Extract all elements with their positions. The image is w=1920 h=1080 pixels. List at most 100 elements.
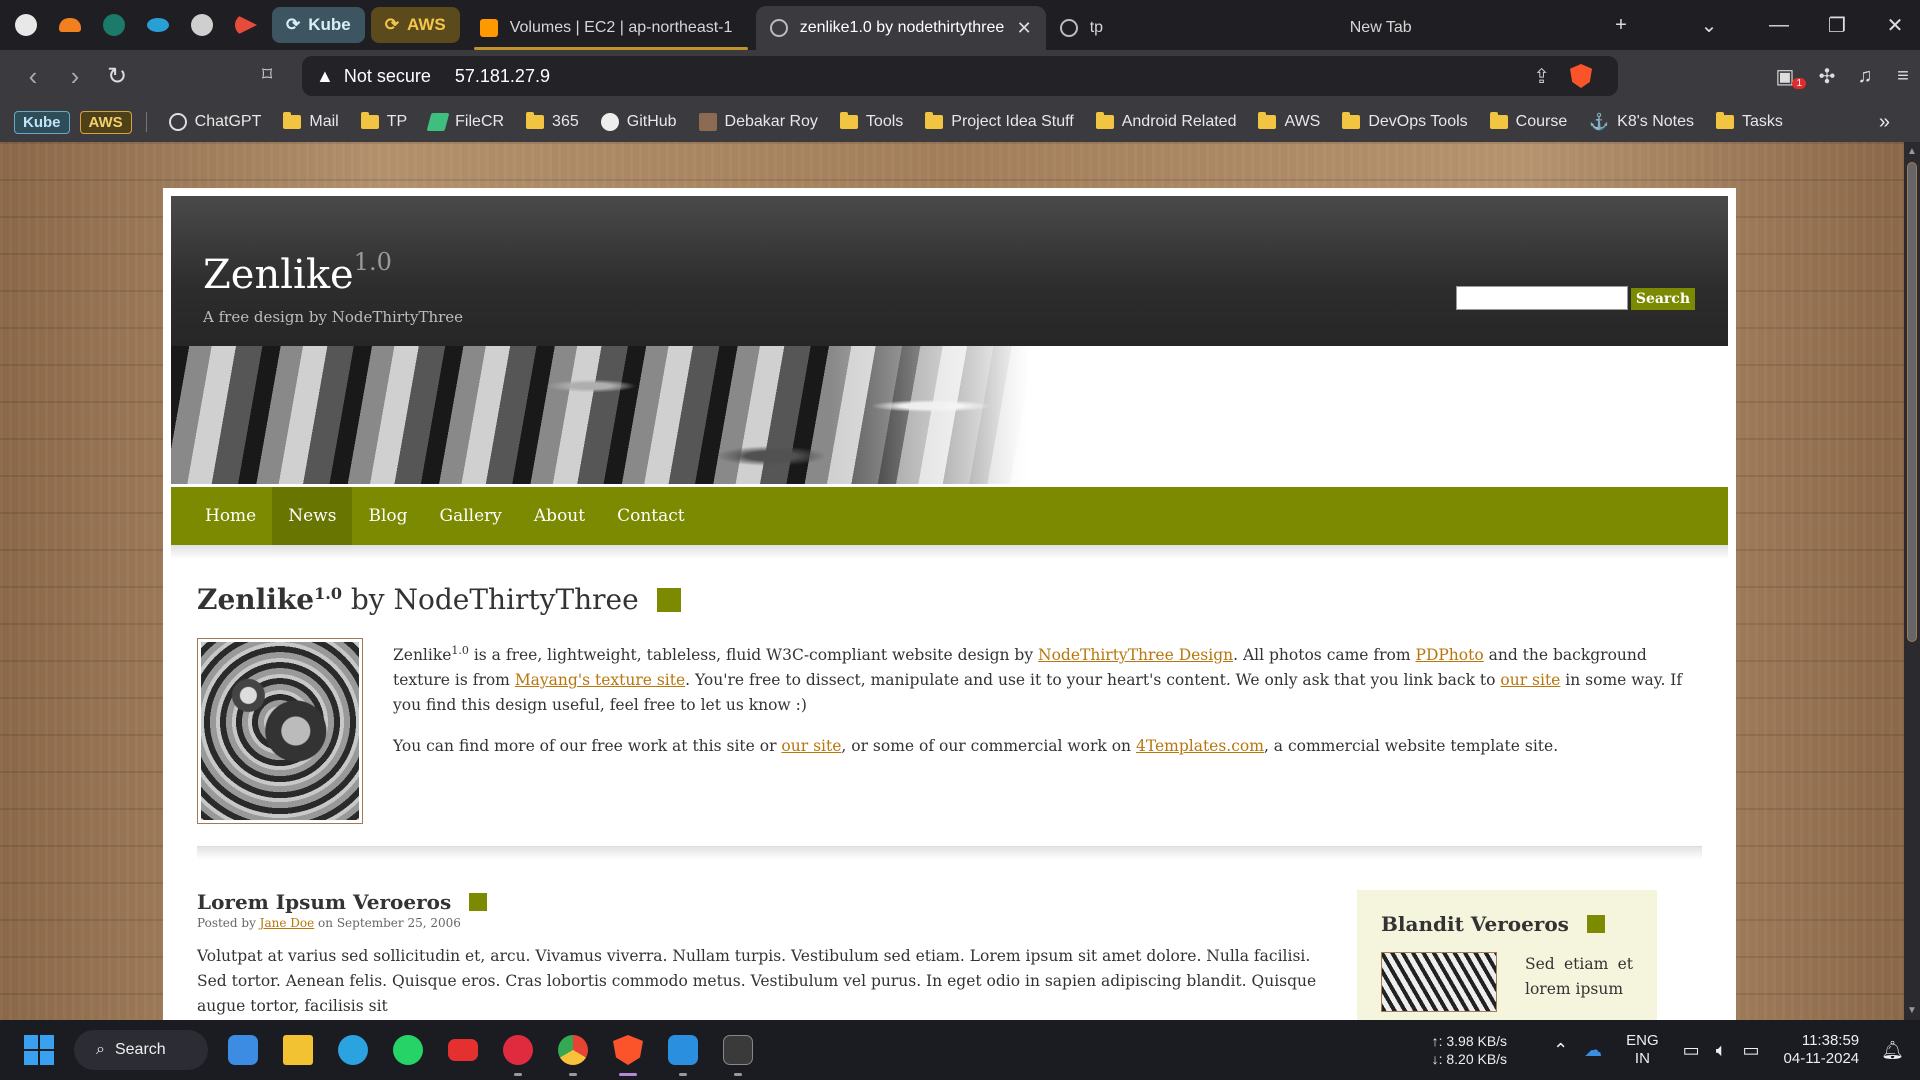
new-tab-plus-icon[interactable]: +	[1596, 14, 1646, 37]
site-search-button[interactable]: Search	[1630, 288, 1695, 310]
chatgpt-icon	[168, 113, 187, 131]
folder-icon	[925, 112, 944, 129]
onedrive-icon[interactable]: ☁	[1584, 1040, 1602, 1061]
brave-browser-icon[interactable]	[608, 1030, 648, 1076]
store-icon[interactable]	[223, 1030, 263, 1070]
tab-ec2-volumes[interactable]: Volumes | EC2 | ap-northeast-1	[466, 6, 756, 50]
back-icon[interactable]: ‹	[14, 61, 52, 92]
close-window-icon[interactable]: ✕	[1870, 13, 1920, 38]
youtube-icon[interactable]	[443, 1030, 483, 1070]
eb-icon	[103, 14, 125, 36]
bookmark-filecr[interactable]: FileCR	[426, 113, 504, 131]
scrollbar-thumb[interactable]	[1907, 162, 1917, 642]
bookmark-mail[interactable]: Mail	[283, 112, 339, 131]
security-label[interactable]: Not secure	[344, 66, 431, 87]
pinned-tab-play[interactable]	[226, 5, 266, 45]
pinned-tab-openai[interactable]	[182, 5, 222, 45]
extensions-area: ▣ 1 ✣ ♫ ≡	[1770, 50, 1918, 102]
notification-bell-icon[interactable]: 🔔︎	[1881, 1040, 1904, 1061]
taskbar-search[interactable]: ⌕ Search	[74, 1030, 208, 1070]
windows-start-icon[interactable]	[24, 1035, 54, 1065]
bookmark-project-idea-stuff[interactable]: Project Idea Stuff	[925, 112, 1074, 131]
whatsapp-icon[interactable]	[388, 1030, 428, 1070]
network-icon[interactable]: ▭	[1683, 1040, 1700, 1061]
scroll-down-icon[interactable]: ▼	[1904, 1005, 1920, 1016]
tab-group-kube[interactable]: ⟳ Kube	[272, 7, 365, 43]
link-nodethirtythree-design[interactable]: NodeThirtyThree Design	[1038, 646, 1233, 664]
bookmark-365[interactable]: 365	[526, 112, 579, 131]
link-our-site[interactable]: our site	[1500, 671, 1560, 689]
telegram-icon[interactable]	[333, 1030, 373, 1070]
url-text[interactable]: 57.181.27.9	[455, 66, 550, 87]
pinned-tab-cloudflare[interactable]	[50, 5, 90, 45]
system-tray: ↑: 3.98 KB/s ↓: 8.20 KB/s ⌃ ☁ ENG IN ▭ 🔈︎ …	[1432, 1020, 1920, 1080]
volume-icon[interactable]: 🔈︎	[1716, 1040, 1727, 1061]
forward-icon[interactable]: ›	[56, 61, 94, 92]
bookmark-k8s-notes[interactable]: ⚓ K8's Notes	[1589, 112, 1694, 132]
menu-blog[interactable]: Blog	[352, 487, 423, 545]
post-author-link[interactable]: Jane Doe	[260, 916, 315, 930]
bookmark-tasks[interactable]: Tasks	[1716, 112, 1783, 131]
bookmark-aws[interactable]: AWS	[1258, 112, 1320, 131]
brave-shields-icon[interactable]	[1570, 64, 1592, 88]
bookmark-tools[interactable]: Tools	[839, 112, 903, 131]
menu-contact[interactable]: Contact	[601, 487, 701, 545]
bookmark-course[interactable]: Course	[1489, 112, 1567, 131]
vscode-icon[interactable]	[663, 1030, 703, 1076]
youtube-music-icon[interactable]	[498, 1030, 538, 1076]
more-bookmarks-icon[interactable]: »	[1879, 111, 1890, 134]
bookmark-github[interactable]: GitHub	[600, 113, 677, 131]
calendar-extension-icon[interactable]: ▣ 1	[1770, 64, 1806, 89]
link-our-site-2[interactable]: our site	[781, 737, 841, 755]
media-icon[interactable]: ♫	[1850, 65, 1880, 88]
bookmark-chip-kube[interactable]: Kube	[14, 110, 70, 134]
menu-shadow	[171, 545, 1728, 559]
reload-icon[interactable]: ↻	[98, 62, 136, 91]
link-4templates[interactable]: 4Templates.com	[1136, 737, 1264, 755]
bookmark-chip-aws[interactable]: AWS	[79, 110, 132, 134]
scroll-up-icon[interactable]: ▲	[1904, 146, 1920, 157]
taskbar: ⌕ Search ↑: 3.98 KB/s ↓: 8.20 KB/s ⌃ ☁ ENG…	[0, 1020, 1920, 1080]
share-icon[interactable]: ⇪	[1533, 64, 1550, 89]
menu-gallery[interactable]: Gallery	[424, 487, 518, 545]
clock[interactable]: 11:38:59 04-11-2024	[1784, 1032, 1860, 1068]
restore-icon[interactable]: ❐	[1812, 13, 1862, 38]
link-mayang-texture[interactable]: Mayang's texture site	[515, 671, 685, 689]
menu-news[interactable]: News	[272, 487, 353, 545]
site-search-input[interactable]	[1456, 286, 1628, 310]
bookmark-android-related[interactable]: Android Related	[1095, 112, 1236, 131]
file-explorer-icon[interactable]	[278, 1030, 318, 1070]
tab-group-aws[interactable]: ⟳ AWS	[370, 7, 460, 43]
page-scrollbar[interactable]: ▲ ▼	[1904, 142, 1920, 1020]
menu-home[interactable]: Home	[189, 487, 272, 545]
close-tab-icon[interactable]: ✕	[1017, 18, 1032, 39]
terminal-icon[interactable]	[718, 1030, 758, 1076]
pinned-tab-github[interactable]	[6, 5, 46, 45]
tab-list-chevron-icon[interactable]: ⌄	[1684, 13, 1734, 38]
bookmark-debakar-roy[interactable]: Debakar Roy	[698, 113, 818, 131]
site-logo[interactable]: Zenlike1.0	[203, 248, 392, 298]
minimize-icon[interactable]: —	[1754, 14, 1804, 37]
menu-icon[interactable]: ≡	[1888, 65, 1918, 88]
posts-area: Lorem Ipsum Veroeros Posted by Jane Doe …	[197, 890, 1702, 1020]
globe-icon	[769, 19, 788, 37]
post-square-icon	[469, 893, 488, 911]
tab-zenlike[interactable]: zenlike1.0 by nodethirtythree ✕	[755, 6, 1046, 50]
menu-about[interactable]: About	[518, 487, 601, 545]
battery-icon[interactable]: ▭	[1743, 1040, 1760, 1061]
bookmark-page-icon[interactable]: ⌑	[262, 62, 272, 87]
tab-tp[interactable]: tp	[1046, 6, 1336, 50]
bookmark-devops-tools[interactable]: DevOps Tools	[1342, 112, 1468, 131]
language-indicator[interactable]: ENG IN	[1626, 1032, 1659, 1068]
pinned-tab-eye[interactable]	[138, 5, 178, 45]
bookmark-chatgpt[interactable]: ChatGPT	[168, 113, 261, 131]
address-bar[interactable]: ▲ Not secure 57.181.27.9 ⇪	[302, 56, 1618, 96]
pinned-tab-eb[interactable]	[94, 5, 134, 45]
chrome-icon[interactable]	[553, 1030, 593, 1076]
link-pdphoto[interactable]: PDPhoto	[1416, 646, 1484, 664]
puzzle-extensions-icon[interactable]: ✣	[1812, 64, 1842, 89]
site-menu: Home News Blog Gallery About Contact	[171, 487, 1728, 545]
bookmark-tp[interactable]: TP	[360, 112, 407, 131]
tab-new-tab[interactable]: New Tab	[1336, 6, 1606, 50]
chevron-up-icon[interactable]: ⌃	[1553, 1040, 1568, 1061]
